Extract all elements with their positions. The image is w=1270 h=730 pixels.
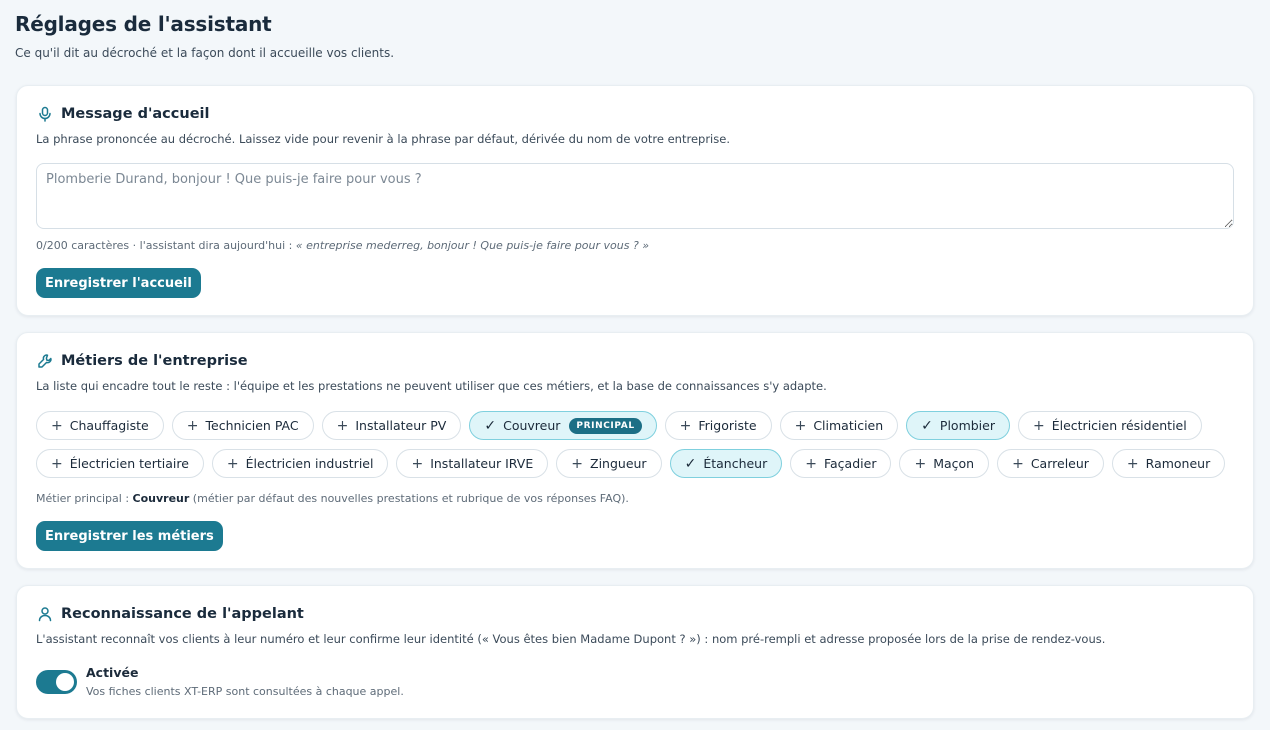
greeting-card: Message d'accueil La phrase prononcée au… [16, 85, 1254, 316]
check-icon: ✓ [484, 417, 497, 434]
trade-chip-label: Technicien PAC [205, 418, 299, 433]
trade-chip[interactable]: + Installateur PV [321, 411, 462, 440]
trade-chip-label: Électricien industriel [245, 456, 374, 471]
trade-chip[interactable]: + Ramoneur [1111, 449, 1226, 478]
wrench-icon [37, 353, 53, 369]
greeting-card-header: Message d'accueil [37, 106, 209, 122]
plus-icon: + [226, 455, 239, 472]
char-counter: 0/200 caractères · l'assistant dira aujo… [36, 239, 649, 252]
principal-badge: PRINCIPAL [569, 417, 642, 434]
trade-chip-label: Installateur IRVE [430, 456, 534, 471]
trade-chip-label: Plombier [939, 418, 995, 433]
trade-chip-label: Façadier [823, 456, 877, 471]
toggle-knob [56, 673, 74, 691]
caller-title: Reconnaissance de l'appelant [61, 606, 304, 622]
trades-card: Métiers de l'entreprise La liste qui enc… [16, 332, 1254, 569]
trades-title: Métiers de l'entreprise [61, 353, 248, 369]
caller-card-header: Reconnaissance de l'appelant [37, 606, 304, 622]
trade-chip-label: Électricien tertiaire [69, 456, 189, 471]
trade-chip-label: Chauffagiste [69, 418, 149, 433]
trade-chip[interactable]: + Technicien PAC [171, 411, 314, 440]
save-trades-button[interactable]: Enregistrer les métiers [36, 521, 223, 551]
trade-chip[interactable]: + Frigoriste [664, 411, 772, 440]
trade-chip[interactable]: + Climaticien [779, 411, 899, 440]
trade-chip-label: Étancheur [703, 456, 768, 471]
trade-chip-label: Zingueur [590, 456, 647, 471]
user-icon [37, 606, 53, 622]
trades-description: La liste qui encadre tout le reste : l'é… [36, 379, 827, 393]
save-greeting-button[interactable]: Enregistrer l'accueil [36, 268, 201, 298]
trade-chip-label: Installateur PV [355, 418, 447, 433]
toggle-help: Vos fiches clients XT-ERP sont consultée… [86, 685, 404, 698]
plus-icon: + [411, 455, 424, 472]
toggle-label: Activée [86, 665, 139, 680]
trade-chip-label: Couvreur [503, 418, 561, 433]
plus-icon: + [51, 417, 63, 434]
trades-card-header: Métiers de l'entreprise [37, 353, 248, 369]
caller-card: Reconnaissance de l'appelant L'assistant… [16, 585, 1254, 719]
plus-icon: + [914, 455, 927, 472]
trade-chip[interactable]: + Électricien résidentiel [1017, 411, 1202, 440]
trade-chip[interactable]: + Zingueur [556, 449, 662, 478]
trade-chip[interactable]: ✓ Couvreur PRINCIPAL [469, 411, 657, 440]
plus-icon: + [336, 417, 349, 434]
char-counter-text: 0/200 caractères · l'assistant dira aujo… [36, 239, 296, 252]
trade-chip-label: Carreleur [1030, 456, 1089, 471]
trade-chip[interactable]: + Chauffagiste [36, 411, 164, 440]
plus-icon: + [186, 417, 199, 434]
plus-icon: + [1012, 455, 1024, 472]
plus-icon: + [805, 455, 817, 472]
trade-chip[interactable]: + Électricien industriel [211, 449, 389, 478]
trade-chip[interactable]: + Carreleur [997, 449, 1104, 478]
greeting-textarea[interactable] [36, 163, 1234, 229]
trade-chip-label: Frigoriste [698, 418, 757, 433]
main-trade-note: Métier principal : Couvreur (métier par … [36, 492, 629, 505]
trade-chip[interactable]: + Électricien tertiaire [36, 449, 204, 478]
check-icon: ✓ [921, 417, 933, 434]
greeting-description: La phrase prononcée au décroché. Laissez… [36, 132, 730, 146]
plus-icon: + [679, 417, 692, 434]
plus-icon: + [1126, 455, 1139, 472]
page-subtitle: Ce qu'il dit au décroché et la façon don… [15, 46, 395, 60]
trade-chip[interactable]: + Installateur IRVE [396, 449, 549, 478]
trade-chip[interactable]: ✓ Plombier [906, 411, 1010, 440]
trade-chip-label: Électricien résidentiel [1051, 418, 1187, 433]
plus-icon: + [571, 455, 583, 472]
greeting-preview: « entreprise mederreg, bonjour ! Que pui… [295, 239, 650, 252]
trade-chip[interactable]: ✓ Étancheur [669, 449, 783, 478]
caller-recognition-toggle[interactable] [36, 670, 77, 694]
check-icon: ✓ [684, 455, 697, 472]
main-trade-note-prefix: Métier principal : [36, 492, 133, 505]
plus-icon: + [51, 455, 63, 472]
page-title: Réglages de l'assistant [15, 12, 272, 36]
plus-icon: + [1032, 417, 1045, 434]
plus-icon: + [794, 417, 807, 434]
main-trade-note-suffix: (métier par défaut des nouvelles prestat… [189, 492, 629, 505]
main-trade-name: Couvreur [132, 492, 190, 505]
trade-chip-label: Maçon [933, 456, 975, 471]
trade-chip[interactable]: + Maçon [899, 449, 990, 478]
greeting-title: Message d'accueil [61, 106, 210, 122]
trade-chips-row-1: + Chauffagiste + Technicien PAC + Installateu… [36, 411, 1202, 440]
trade-chip-label: Climaticien [813, 418, 884, 433]
caller-description: L'assistant reconnaît vos clients à leur… [36, 632, 1106, 646]
trade-chips-row-2: + Électricien tertiaire + Électricien indus… [36, 449, 1226, 478]
trade-chip[interactable]: + Façadier [790, 449, 892, 478]
microphone-icon [37, 106, 53, 122]
trade-chip-label: Ramoneur [1145, 456, 1211, 471]
